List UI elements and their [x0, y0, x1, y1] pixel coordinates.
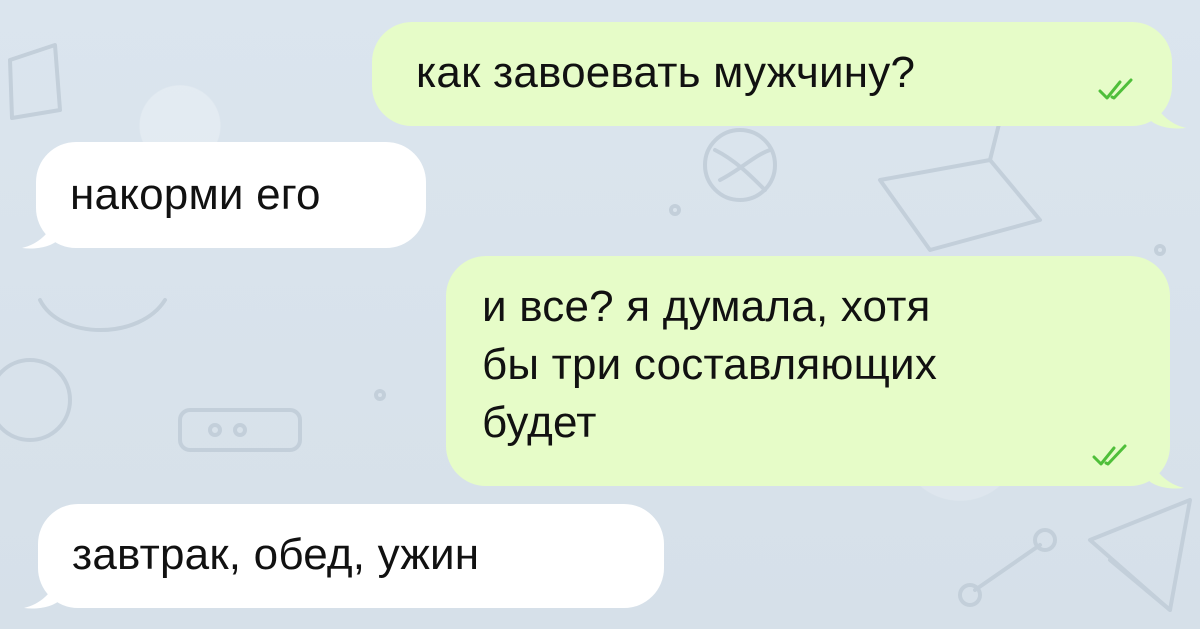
message-text: накорми его [70, 170, 321, 219]
message-text: завтрак, обед, ужин [72, 530, 480, 579]
bubble-tail [24, 574, 60, 609]
bubble-tail [1148, 454, 1184, 489]
double-check-icon [1092, 444, 1127, 466]
message-text: и все? я думала, хотя бы три составляющи… [482, 282, 938, 447]
message-text: как завоевать мужчину? [416, 48, 916, 97]
outgoing-message-bubble[interactable]: и все? я думала, хотя бы три составляющи… [446, 256, 1170, 486]
bubble-tail [1150, 94, 1186, 129]
incoming-message-bubble[interactable]: накорми его [36, 142, 426, 248]
bubble-tail [22, 214, 58, 249]
incoming-message-bubble[interactable]: завтрак, обед, ужин [38, 504, 664, 608]
double-check-icon [1098, 78, 1133, 100]
outgoing-message-bubble[interactable]: как завоевать мужчину? [372, 22, 1172, 126]
